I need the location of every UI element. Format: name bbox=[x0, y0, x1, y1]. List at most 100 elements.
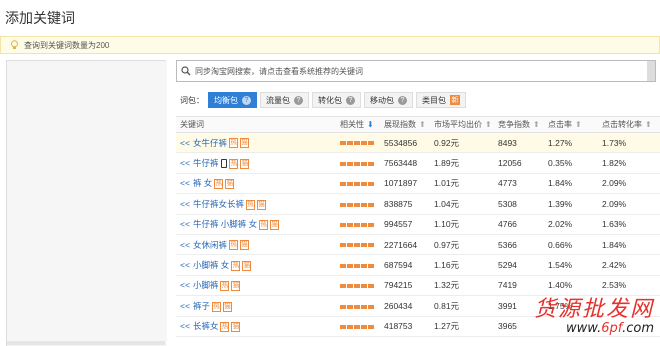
keyword-text[interactable]: 小脚裤 bbox=[193, 280, 219, 290]
relevance-cell bbox=[336, 173, 380, 195]
avg-bid-cell: 1.89元 bbox=[430, 152, 494, 174]
add-keyword-link[interactable]: << bbox=[180, 178, 190, 188]
table-row[interactable]: << 牛仔裤 小脚裤 女热猫 994557 1.10元 4766 2.02% 1.63% bbox=[176, 214, 660, 235]
keyword-cell: << 牛仔裤热猫 bbox=[176, 152, 336, 174]
tab-label: 流量包 bbox=[266, 95, 290, 105]
cvr-cell: 2.09% bbox=[598, 173, 660, 195]
competition-cell: 5308 bbox=[494, 193, 544, 215]
table-row[interactable]: << 女牛仔裤热猫 5534856 0.92元 8493 1.27% 1.73% bbox=[176, 132, 660, 154]
keyword-text[interactable]: 女休闲裤 bbox=[193, 240, 227, 250]
add-keyword-link[interactable]: << bbox=[180, 260, 190, 270]
help-icon[interactable]: ? bbox=[242, 95, 251, 105]
keyword-cell: << 小脚裤 女热猫 bbox=[176, 254, 336, 276]
help-icon[interactable]: ? bbox=[398, 95, 407, 105]
keyword-text[interactable]: 裤 女 bbox=[193, 178, 212, 188]
avg-bid-cell: 1.27元 bbox=[430, 316, 494, 337]
add-keyword-link[interactable]: << bbox=[180, 240, 190, 250]
relevance-cell bbox=[336, 152, 380, 174]
help-icon[interactable]: ? bbox=[346, 95, 355, 105]
tab-label: 类目包 bbox=[422, 95, 446, 105]
col-avg-bid[interactable]: 市场平均出价 ⬆ bbox=[430, 116, 494, 133]
col-keyword: 关键词 bbox=[176, 116, 336, 133]
keyword-cell: << 裤子热猫 bbox=[176, 295, 336, 317]
col-ctr[interactable]: 点击率 ⬆ bbox=[544, 116, 598, 133]
search-scrollbar[interactable] bbox=[647, 61, 655, 81]
col-impressions[interactable]: 展现指数 ⬆ bbox=[380, 116, 430, 133]
relevance-cell bbox=[336, 254, 380, 276]
tmall-tag: 猫 bbox=[256, 199, 266, 210]
tmall-tag: 猫 bbox=[240, 158, 250, 169]
ctr-cell: 0.35% bbox=[544, 152, 598, 174]
keyword-text[interactable]: 女牛仔裤 bbox=[193, 138, 227, 148]
page-title: 添加关键词 bbox=[5, 10, 75, 26]
avg-bid-cell: 0.92元 bbox=[430, 132, 494, 154]
relevance-cell bbox=[336, 193, 380, 215]
add-keyword-link[interactable]: << bbox=[180, 280, 190, 290]
tab-balanced-package[interactable]: 均衡包 ? bbox=[208, 92, 257, 108]
search-input[interactable] bbox=[195, 66, 635, 76]
sort-up-icon[interactable]: ⬆ bbox=[485, 120, 492, 129]
package-tabs: 词包： 均衡包 ? 流量包 ? 转化包 ? 移动包 ? 类目包 新 bbox=[176, 91, 469, 109]
search-box[interactable] bbox=[176, 60, 656, 82]
keyword-cell: << 裤 女热猫 bbox=[176, 173, 336, 195]
tmall-tag: 猫 bbox=[239, 138, 249, 149]
sort-down-icon[interactable]: ⬇ bbox=[367, 120, 374, 129]
tmall-tag: 猫 bbox=[270, 220, 280, 230]
mobile-icon bbox=[221, 159, 228, 169]
table-row[interactable]: << 女休闲裤热猫 2271664 0.97元 5366 0.66% 1.84% bbox=[176, 234, 660, 256]
hot-tag: 热 bbox=[245, 199, 255, 210]
avg-bid-cell: 0.97元 bbox=[430, 234, 494, 256]
added-keywords-list[interactable] bbox=[7, 61, 167, 346]
add-keyword-link[interactable]: << bbox=[180, 219, 190, 229]
tab-traffic-package[interactable]: 流量包 ? bbox=[260, 92, 309, 108]
add-keyword-link[interactable]: << bbox=[180, 199, 190, 209]
table-row[interactable]: << 牛仔裤女长裤热猫 838875 1.04元 5308 1.39% 2.09% bbox=[176, 193, 660, 215]
add-keyword-link[interactable]: << bbox=[180, 301, 190, 311]
keyword-text[interactable]: 牛仔裤 bbox=[193, 158, 219, 168]
search-icon[interactable] bbox=[181, 66, 191, 76]
keyword-cell: << 女休闲裤热猫 bbox=[176, 234, 336, 256]
help-icon[interactable]: ? bbox=[294, 95, 303, 105]
lightbulb-icon bbox=[9, 40, 19, 50]
hot-tag: 热 bbox=[211, 301, 221, 312]
table-row[interactable]: << 裤 女热猫 1071897 1.01元 4773 1.84% 2.09% bbox=[176, 173, 660, 195]
impressions-cell: 260434 bbox=[380, 295, 430, 317]
impressions-cell: 1071897 bbox=[380, 173, 430, 195]
keyword-text[interactable]: 裤子 bbox=[193, 301, 210, 311]
impressions-cell: 794215 bbox=[380, 275, 430, 297]
watermark-title: 货源批发网 bbox=[533, 297, 654, 322]
horizontal-scrollbar[interactable] bbox=[7, 341, 165, 345]
hot-tag: 热 bbox=[214, 179, 224, 190]
cvr-cell: 1.73% bbox=[598, 132, 660, 154]
impressions-cell: 2271664 bbox=[380, 234, 430, 256]
keyword-text[interactable]: 牛仔裤女长裤 bbox=[193, 199, 244, 209]
keyword-text[interactable]: 牛仔裤 小脚裤 女 bbox=[193, 219, 257, 229]
tab-category-package[interactable]: 类目包 新 bbox=[416, 92, 466, 108]
col-relevance[interactable]: 相关性 ⬇ bbox=[336, 116, 380, 133]
cvr-cell: 1.63% bbox=[598, 214, 660, 235]
add-keyword-link[interactable]: << bbox=[180, 321, 190, 331]
sort-up-icon[interactable]: ⬆ bbox=[645, 120, 652, 129]
col-competition[interactable]: 竞争指数 ⬆ bbox=[494, 116, 544, 133]
table-row[interactable]: << 牛仔裤热猫 7563448 1.89元 12056 0.35% 1.82% bbox=[176, 152, 660, 174]
tab-label: 均衡包 bbox=[214, 95, 238, 105]
keyword-text[interactable]: 长裤女 bbox=[193, 321, 219, 331]
col-cvr[interactable]: 点击转化率 ⬆ bbox=[598, 116, 660, 133]
sort-up-icon[interactable]: ⬆ bbox=[419, 120, 426, 129]
add-keyword-link[interactable]: << bbox=[180, 158, 190, 168]
tmall-tag: 猫 bbox=[225, 179, 235, 190]
competition-cell: 5366 bbox=[494, 234, 544, 256]
watermark: 货源批发网 www.6pf.com bbox=[534, 291, 654, 336]
tab-conversion-package[interactable]: 转化包 ? bbox=[312, 92, 361, 108]
sort-up-icon[interactable]: ⬆ bbox=[533, 120, 540, 129]
table-row[interactable]: << 小脚裤 女热猫 687594 1.16元 5294 1.54% 2.42% bbox=[176, 254, 660, 276]
keyword-cell: << 长裤女热猫 bbox=[176, 316, 336, 337]
keyword-cell: << 牛仔裤女长裤热猫 bbox=[176, 193, 336, 215]
sort-up-icon[interactable]: ⬆ bbox=[575, 120, 582, 129]
keyword-text[interactable]: 小脚裤 女 bbox=[193, 260, 229, 270]
ctr-cell: 0.66% bbox=[544, 234, 598, 256]
add-keyword-link[interactable]: << bbox=[180, 138, 190, 148]
hot-tag: 热 bbox=[220, 321, 230, 332]
tab-mobile-package[interactable]: 移动包 ? bbox=[364, 92, 413, 108]
tmall-tag: 猫 bbox=[222, 301, 232, 312]
